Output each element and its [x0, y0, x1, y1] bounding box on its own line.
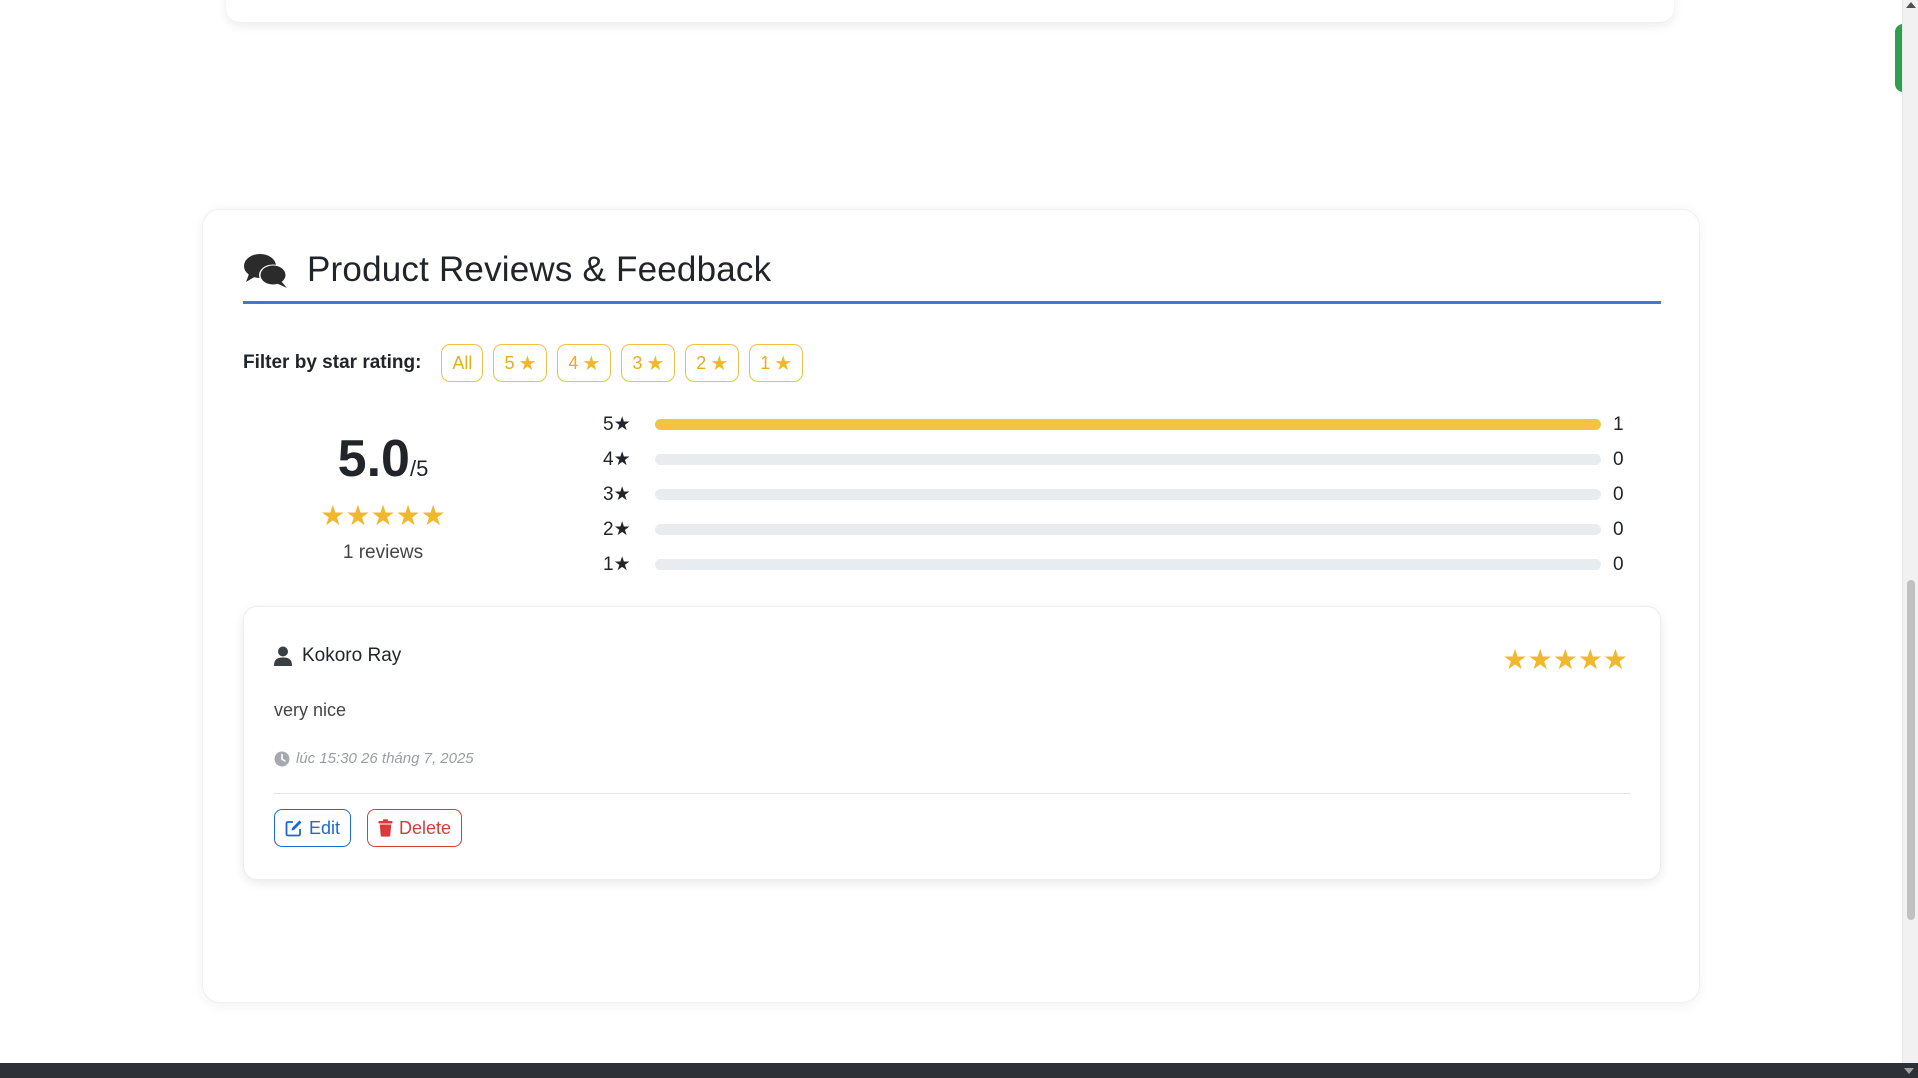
- section-header: Product Reviews & Feedback: [243, 250, 1661, 304]
- star-icon: ★: [646, 352, 665, 375]
- review-divider: [274, 793, 1630, 794]
- filter-option-label: 2: [696, 352, 707, 373]
- filter-option-label: 3: [632, 352, 643, 373]
- filter-5-star-button[interactable]: 5 ★: [493, 344, 548, 382]
- distribution-label: 1★: [603, 554, 631, 575]
- distribution-count: 0: [1613, 483, 1624, 505]
- distribution-row: 2★ 0: [603, 512, 1633, 547]
- distribution-bar: [655, 419, 1601, 430]
- distribution-bar-fill: [655, 419, 1601, 430]
- scroll-down-arrow-icon[interactable]: [1904, 1068, 1914, 1074]
- edit-label: Edit: [309, 817, 341, 838]
- filter-label: Filter by star rating:: [243, 352, 422, 373]
- filter-option-label: 5: [504, 352, 515, 373]
- edit-icon: [285, 820, 302, 837]
- comments-icon: [244, 254, 287, 288]
- distribution-label: 3★: [603, 484, 631, 505]
- star-icon: ★: [774, 352, 793, 375]
- filter-all-button[interactable]: All: [441, 344, 484, 382]
- distribution-count: 0: [1613, 448, 1624, 470]
- bottom-bar: [0, 1063, 1918, 1078]
- filter-option-label: 1: [760, 352, 771, 373]
- scroll-up-arrow-icon[interactable]: [1906, 2, 1916, 8]
- distribution-label: 4★: [603, 449, 631, 470]
- reviewer-name: Kokoro Ray: [302, 645, 402, 666]
- previous-section-card: [226, 0, 1674, 22]
- distribution-label: 2★: [603, 519, 631, 540]
- review-card: Kokoro Ray ★★★★★ very nice lúc 15:30 26 …: [243, 606, 1661, 880]
- distribution-row: 4★ 0: [603, 442, 1633, 477]
- filter-3-star-button[interactable]: 3 ★: [621, 344, 676, 382]
- distribution-bar: [655, 454, 1601, 465]
- review-time-text: lúc 15:30 26 tháng 7, 2025: [296, 750, 474, 767]
- distribution-count: 0: [1613, 518, 1624, 540]
- review-text: very nice: [274, 700, 347, 720]
- filter-4-star-button[interactable]: 4 ★: [557, 344, 612, 382]
- review-count: 1 reviews: [342, 542, 424, 563]
- filter-option-label: All: [452, 352, 473, 373]
- clock-icon: [274, 751, 290, 766]
- review-stars: ★★★★★: [1502, 644, 1628, 675]
- distribution-count: 1: [1613, 413, 1624, 435]
- average-value: 5.0: [337, 430, 410, 488]
- filter-1-star-button[interactable]: 1 ★: [749, 344, 804, 382]
- review-timestamp: lúc 15:30 26 tháng 7, 2025: [274, 750, 474, 767]
- reviews-section: Product Reviews & Feedback Filter by sta…: [202, 209, 1700, 1003]
- delete-button[interactable]: Delete: [367, 809, 463, 847]
- distribution-count: 0: [1613, 553, 1624, 575]
- star-icon: ★: [710, 352, 729, 375]
- rating-summary: 5.0/5 ★★★★★ 1 reviews: [243, 415, 523, 564]
- rating-distribution: 5★ 1 4★ 0 3★ 0 2★ 0 1★ 0: [603, 407, 1633, 582]
- filter-option-label: 4: [568, 352, 579, 373]
- star-filter: Filter by star rating: All 5 ★ 4 ★ 3 ★ 2 ★ 1…: [243, 343, 813, 383]
- distribution-row: 5★ 1: [603, 407, 1633, 442]
- distribution-label: 5★: [603, 414, 631, 435]
- section-title: Product Reviews & Feedback: [307, 250, 772, 289]
- vertical-scrollbar[interactable]: [1902, 0, 1918, 1063]
- reviewer: Kokoro Ray: [274, 645, 401, 667]
- edit-button[interactable]: Edit: [274, 809, 352, 847]
- average-stars: ★★★★★: [320, 500, 446, 531]
- distribution-row: 3★ 0: [603, 477, 1633, 512]
- delete-label: Delete: [399, 817, 452, 838]
- star-icon: ★: [518, 352, 537, 375]
- scrollbar-thumb[interactable]: [1907, 580, 1915, 920]
- trash-icon: [378, 819, 393, 837]
- average-rating: 5.0/5: [243, 429, 523, 489]
- star-icon: ★: [582, 352, 601, 375]
- distribution-row: 1★ 0: [603, 547, 1633, 582]
- distribution-bar: [655, 524, 1601, 535]
- user-icon: [274, 646, 292, 666]
- filter-2-star-button[interactable]: 2 ★: [685, 344, 740, 382]
- review-actions: Edit Delete: [274, 809, 463, 847]
- distribution-bar: [655, 559, 1601, 570]
- average-max: /5: [409, 456, 429, 481]
- distribution-bar: [655, 489, 1601, 500]
